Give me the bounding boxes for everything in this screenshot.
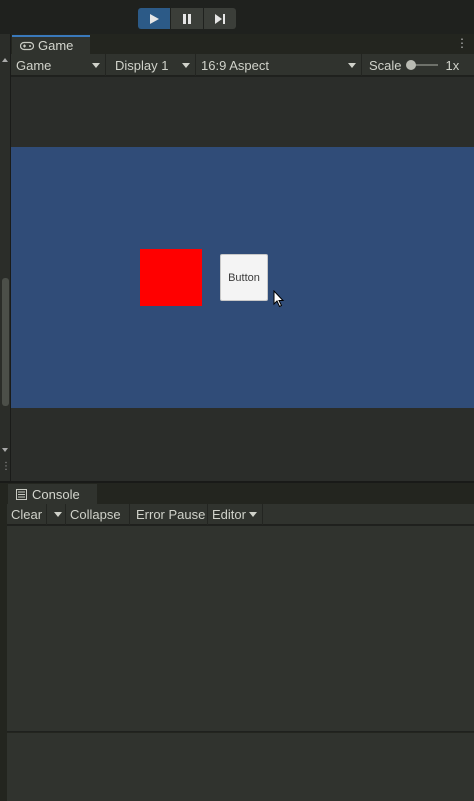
- tab-game[interactable]: Game: [12, 35, 90, 54]
- scroll-up-arrow[interactable]: [2, 58, 8, 62]
- play-button[interactable]: [138, 8, 170, 29]
- game-canvas[interactable]: Button: [11, 147, 474, 408]
- chevron-down-icon: [248, 512, 257, 517]
- play-icon: [150, 13, 159, 24]
- chevron-down-icon: [92, 63, 100, 68]
- play-toolbar: [0, 0, 474, 34]
- display-value: Display 1: [115, 57, 169, 73]
- console-log-list[interactable]: [7, 526, 474, 731]
- chevron-down-icon: [54, 512, 62, 517]
- display-mode-value: Game: [16, 57, 52, 73]
- step-icon: [215, 13, 225, 24]
- editor-label: Editor: [212, 507, 246, 522]
- scrollbar-thumb[interactable]: [2, 278, 9, 406]
- grip-icon[interactable]: ⋮: [1, 462, 11, 472]
- console-detail-pane[interactable]: [7, 732, 474, 801]
- collapse-label: Collapse: [70, 507, 121, 522]
- chevron-down-icon: [348, 63, 356, 68]
- clear-options-dropdown[interactable]: [47, 504, 66, 525]
- pause-icon: [183, 13, 191, 24]
- scene-button[interactable]: Button: [220, 254, 268, 301]
- aspect-dropdown[interactable]: 16:9 Aspect: [196, 54, 362, 76]
- scale-value: 1x: [445, 57, 460, 73]
- clear-button[interactable]: Clear: [7, 504, 47, 525]
- pause-button[interactable]: [171, 8, 203, 29]
- step-button[interactable]: [204, 8, 236, 29]
- clear-label: Clear: [11, 507, 43, 522]
- game-toolbar: Game Display 1 16:9 Aspect Scale 1x: [11, 54, 474, 76]
- error-pause-label: Error Pause: [136, 507, 206, 522]
- game-view: Button: [11, 77, 474, 481]
- editor-dropdown[interactable]: Editor: [208, 504, 263, 525]
- left-panel-edge: ⋮: [0, 34, 11, 482]
- scale-label: Scale: [369, 57, 402, 73]
- error-pause-toggle[interactable]: Error Pause: [132, 504, 208, 525]
- console-tab-strip: Console: [0, 483, 474, 504]
- console-left-edge: [0, 504, 7, 801]
- collapse-toggle[interactable]: Collapse: [66, 504, 130, 525]
- red-square: [140, 249, 202, 306]
- console-toolbar: Clear Collapse Error Pause Editor: [7, 504, 474, 525]
- slider-knob[interactable]: [405, 60, 416, 70]
- display-mode-dropdown[interactable]: Game: [11, 54, 106, 76]
- kebab-menu-icon[interactable]: ⋮: [456, 36, 468, 50]
- game-tab-strip: Game ⋮: [11, 34, 474, 54]
- scale-slider[interactable]: [405, 54, 438, 76]
- gamepad-icon: [20, 41, 34, 50]
- scene-button-label: Button: [228, 271, 260, 284]
- tab-console[interactable]: Console: [8, 484, 97, 504]
- cursor-icon: [273, 290, 285, 308]
- display-dropdown[interactable]: Display 1: [110, 54, 196, 76]
- tab-console-label: Console: [32, 486, 80, 502]
- scroll-down-arrow[interactable]: [2, 448, 8, 452]
- console-icon: [16, 488, 27, 500]
- tab-game-label: Game: [38, 38, 74, 53]
- aspect-value: 16:9 Aspect: [201, 57, 269, 73]
- scale-control: Scale 1x: [369, 54, 459, 76]
- chevron-down-icon: [182, 63, 190, 68]
